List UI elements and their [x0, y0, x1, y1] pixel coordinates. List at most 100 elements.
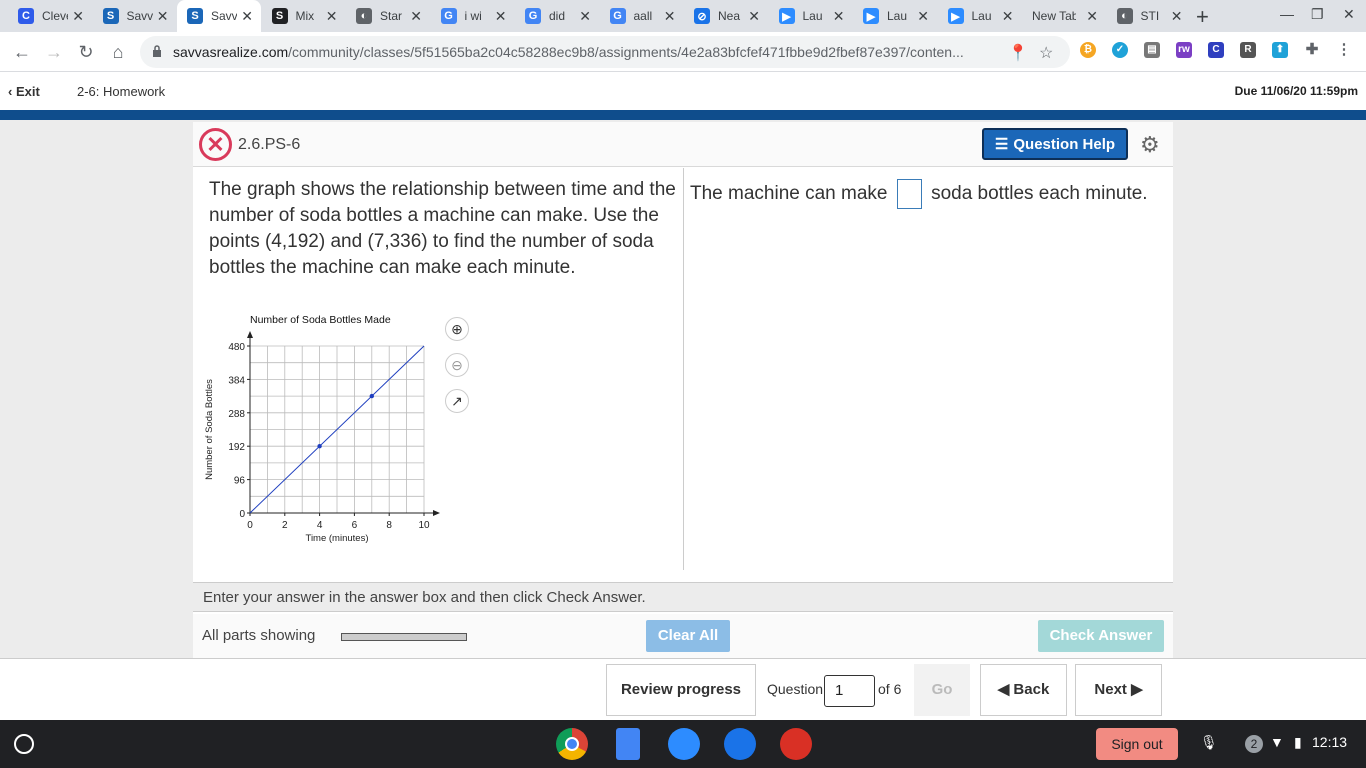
browser-tab[interactable]: ◐ Star ✕ — [346, 0, 430, 32]
chrome-icon[interactable] — [556, 728, 588, 760]
docs-icon[interactable] — [616, 728, 640, 760]
browser-tab[interactable]: ▶ Lau ✕ — [853, 0, 937, 32]
browser-tab[interactable]: Gdid ✕ — [515, 0, 599, 32]
zoom-app-icon[interactable] — [668, 728, 700, 760]
tab-label: Lau — [971, 9, 992, 23]
y-tick-label: 288 — [228, 409, 245, 420]
question-label: Question — [767, 681, 824, 697]
forward-arrow-icon[interactable]: → — [42, 40, 66, 64]
data-point — [317, 444, 322, 449]
microphone-icon[interactable]: 🎙 — [1200, 734, 1218, 751]
tab-close-icon[interactable]: ✕ — [833, 8, 845, 25]
browser-tab[interactable]: ▶ Lau ✕ — [769, 0, 853, 32]
notification-count[interactable]: 2 — [1245, 735, 1263, 753]
tab-close-icon[interactable]: ✕ — [579, 8, 591, 25]
back-arrow-icon[interactable]: ← — [10, 40, 34, 64]
tab-close-icon[interactable]: ✕ — [157, 8, 169, 25]
y-tick-label: 480 — [228, 342, 245, 353]
puzzle-icon[interactable]: ✚ — [1304, 42, 1320, 58]
check-answer-button[interactable]: Check Answer — [1038, 620, 1164, 652]
location-icon[interactable]: 📍 — [1008, 43, 1028, 63]
x-tick-label: 2 — [282, 520, 288, 531]
browser-tab[interactable]: ▶ Lau ✕ — [938, 0, 1022, 32]
tab-close-icon[interactable]: ✕ — [1002, 8, 1014, 25]
battery-icon[interactable]: ▮ — [1294, 734, 1302, 751]
restore-icon[interactable]: ❐ — [1311, 6, 1324, 23]
x-axis-label: Time (minutes) — [306, 533, 369, 544]
tab-close-icon[interactable]: ✕ — [1171, 8, 1183, 25]
tab-strip: CClever✕SSavvas✕SSavvas✕SMix✕◐Star✕Gi wi… — [0, 0, 1366, 32]
reload-icon[interactable]: ↻ — [74, 40, 98, 64]
extension-icon[interactable]: ₿ — [1080, 42, 1096, 58]
gear-icon[interactable]: ⚙ — [1140, 132, 1160, 158]
tab-close-icon[interactable]: ✕ — [664, 8, 676, 25]
answer-input[interactable] — [896, 179, 922, 209]
column-divider — [683, 168, 684, 570]
clear-all-button[interactable]: Clear All — [646, 620, 730, 652]
browser-tab[interactable]: S Mix ✕ — [262, 0, 346, 32]
browser-tab[interactable]: Gi wi ✕ — [431, 0, 515, 32]
tab-label: aall — [633, 9, 653, 23]
new-tab-button[interactable]: + — [1196, 4, 1209, 30]
pop-out-icon[interactable]: ↗ — [445, 389, 469, 413]
app-header: ‹ Exit 2-6: Homework Due 11/06/20 11:59p… — [0, 72, 1366, 112]
extension-icon[interactable]: ✓ — [1112, 42, 1128, 58]
extension-icon[interactable]: ⬆ — [1272, 42, 1288, 58]
list-icon: ☰ — [994, 136, 1009, 153]
bookmark-star-icon[interactable]: ☆ — [1039, 43, 1053, 63]
gallery-icon[interactable] — [780, 728, 812, 760]
zoom-in-icon[interactable]: ⊕ — [445, 317, 469, 341]
x-tick-label: 10 — [418, 520, 430, 531]
back-button[interactable]: ◀ Back — [980, 664, 1067, 716]
next-button[interactable]: Next ▶ — [1075, 664, 1162, 716]
parts-footer: All parts showing Clear All Check Answer — [193, 614, 1173, 658]
tab-label: Star — [380, 9, 403, 23]
review-progress-button[interactable]: Review progress — [606, 664, 756, 716]
close-window-icon[interactable]: ✕ — [1343, 6, 1355, 23]
question-help-button[interactable]: ☰ Question Help — [982, 128, 1128, 160]
url-text: savvasrealize.com/community/classes/5f51… — [173, 44, 964, 60]
question-number-input[interactable]: 1 — [824, 675, 875, 707]
extension-icon[interactable]: C — [1208, 42, 1224, 58]
tab-favicon-icon: S — [187, 8, 203, 24]
exit-label: Exit — [15, 84, 40, 99]
browser-tab[interactable]: ⊘ Nea ✕ — [684, 0, 768, 32]
tab-close-icon[interactable]: ✕ — [748, 8, 760, 25]
address-bar[interactable]: savvasrealize.com/community/classes/5f51… — [140, 36, 1070, 68]
zoom-out-icon[interactable]: ⊖ — [445, 353, 469, 377]
tab-close-icon[interactable]: ✕ — [326, 8, 338, 25]
browser-tab[interactable]: S Savvas ✕ — [177, 0, 261, 32]
tab-close-icon[interactable]: ✕ — [72, 8, 84, 25]
minimize-icon[interactable]: — — [1280, 6, 1294, 22]
wifi-icon[interactable]: ▼ — [1270, 734, 1284, 750]
question-panel: ✕ 2.6.PS-6 ☰ Question Help ⚙ The graph s… — [193, 122, 1173, 658]
launcher-icon[interactable] — [14, 734, 34, 754]
tab-close-icon[interactable]: ✕ — [495, 8, 507, 25]
tab-favicon-icon: ▶ — [778, 8, 795, 24]
home-icon[interactable]: ⌂ — [106, 40, 130, 64]
browser-tab[interactable]: Gaall ✕ — [600, 0, 684, 32]
tab-label: STI — [1140, 9, 1160, 23]
menu-dots-icon[interactable]: ⋮ — [1336, 42, 1352, 58]
extension-icon[interactable]: R — [1240, 42, 1256, 58]
sign-out-button[interactable]: Sign out — [1096, 728, 1178, 760]
browser-tab[interactable]: S Savvas ✕ — [93, 0, 177, 32]
clock[interactable]: 12:13 — [1312, 734, 1347, 750]
extension-icon[interactable]: rw — [1176, 42, 1192, 58]
tab-close-icon[interactable]: ✕ — [241, 8, 253, 25]
question-header: ✕ 2.6.PS-6 ☰ Question Help ⚙ — [193, 122, 1173, 167]
answer-prefix: The machine can make — [690, 183, 888, 205]
instructions: Enter your answer in the answer box and … — [193, 582, 1173, 612]
os-shelf: Sign out 🎙 2 ▼ ▮ 12:13 — [0, 720, 1366, 768]
extension-icon[interactable]: ▤ — [1144, 42, 1160, 58]
y-axis-label: Number of Soda Bottles — [204, 379, 215, 480]
browser-tab[interactable]: New Tab ✕ — [1022, 0, 1106, 32]
tab-close-icon[interactable]: ✕ — [1086, 8, 1098, 25]
go-button[interactable]: Go — [914, 664, 970, 716]
exit-button[interactable]: ‹ Exit — [8, 84, 40, 99]
tab-close-icon[interactable]: ✕ — [917, 8, 929, 25]
files-icon[interactable] — [724, 728, 756, 760]
browser-tab[interactable]: C Clever ✕ — [8, 0, 92, 32]
tab-close-icon[interactable]: ✕ — [410, 8, 422, 25]
browser-tab[interactable]: ◐ STI ✕ — [1107, 0, 1191, 32]
